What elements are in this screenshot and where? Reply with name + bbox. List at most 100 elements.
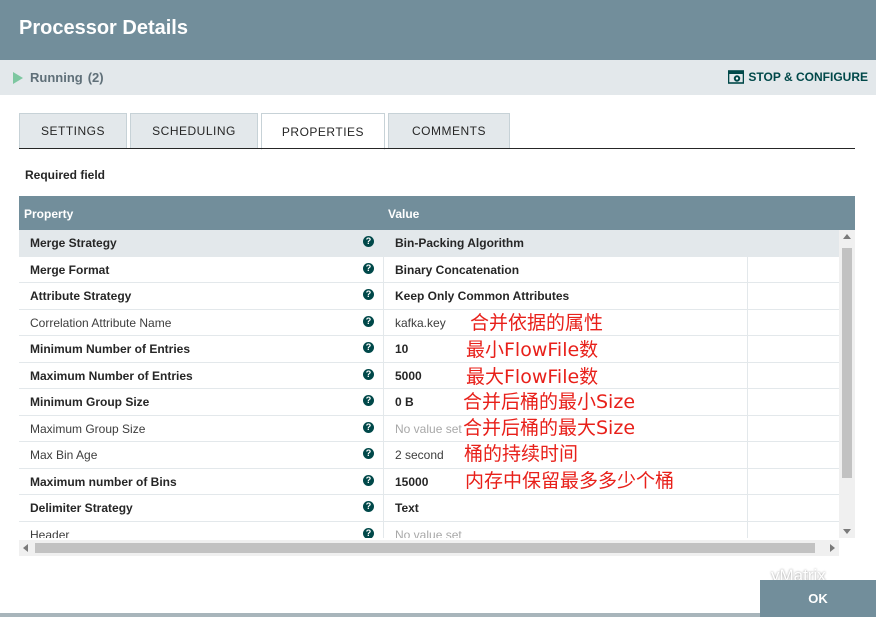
scroll-up-icon[interactable] xyxy=(843,234,851,239)
help-icon[interactable]: ? xyxy=(363,368,374,380)
column-divider xyxy=(747,230,748,256)
help-icon[interactable]: ? xyxy=(363,421,374,433)
column-divider xyxy=(747,389,748,415)
stop-configure-label: STOP & CONFIGURE xyxy=(748,70,868,84)
help-icon[interactable]: ? xyxy=(363,262,374,274)
column-divider xyxy=(383,256,384,282)
column-divider xyxy=(747,521,748,538)
property-name: Attribute Strategy xyxy=(30,289,132,303)
property-row[interactable]: Delimiter Strategy ? Text xyxy=(19,495,839,522)
help-icon[interactable]: ? xyxy=(363,395,374,406)
column-divider xyxy=(383,309,384,335)
property-row[interactable]: Header ? No value set xyxy=(19,521,839,539)
property-value[interactable]: 5000 xyxy=(395,369,422,383)
column-divider xyxy=(747,336,748,362)
vertical-scroll-thumb[interactable] xyxy=(842,248,852,478)
required-field-label: Required field xyxy=(25,168,106,182)
help-icon[interactable]: ? xyxy=(363,474,374,486)
property-row[interactable]: Merge Format ? Binary Concatenation xyxy=(19,256,839,283)
column-divider xyxy=(383,362,384,388)
tab-bar: SETTINGS SCHEDULING PROPERTIES COMMENTS xyxy=(19,113,513,150)
tab-comments[interactable]: COMMENTS xyxy=(388,113,510,149)
column-divider xyxy=(747,468,748,494)
play-icon xyxy=(13,71,23,84)
annotation-max-bin-age: 桶的持续时间 xyxy=(464,443,579,465)
column-divider xyxy=(383,389,384,415)
property-value[interactable]: 15000 xyxy=(395,475,428,489)
column-divider xyxy=(747,256,748,282)
column-divider xyxy=(383,230,384,256)
property-name: Header xyxy=(30,527,70,539)
column-divider xyxy=(383,495,384,521)
column-divider xyxy=(383,415,384,441)
annotation-max-bins: 内存中保留最多多少个桶 xyxy=(465,470,675,492)
property-value[interactable]: No value set xyxy=(395,422,462,436)
property-value[interactable]: Text xyxy=(395,501,419,515)
property-row[interactable]: Maximum Number of Entries ? 5000 xyxy=(19,362,839,389)
property-value[interactable]: Bin-Packing Algorithm xyxy=(395,236,524,250)
vertical-scrollbar[interactable] xyxy=(839,230,855,538)
run-status: Running (2) xyxy=(13,70,104,85)
property-value[interactable]: No value set xyxy=(395,528,462,539)
ok-button[interactable]: OK xyxy=(760,580,876,617)
property-value[interactable]: 10 xyxy=(395,342,408,356)
property-value[interactable]: 2 second xyxy=(395,448,444,462)
column-divider xyxy=(383,283,384,309)
help-icon[interactable]: ? xyxy=(363,342,374,353)
tab-properties[interactable]: PROPERTIES xyxy=(261,113,385,150)
column-divider xyxy=(747,442,748,468)
column-divider xyxy=(747,495,748,521)
property-value[interactable]: Binary Concatenation xyxy=(395,263,519,277)
tab-scheduling[interactable]: SCHEDULING xyxy=(130,113,258,149)
property-row[interactable]: Attribute Strategy ? Keep Only Common At… xyxy=(19,283,839,310)
property-name: Merge Strategy xyxy=(30,236,117,250)
help-icon[interactable]: ? xyxy=(363,289,374,300)
scroll-down-icon[interactable] xyxy=(843,529,851,534)
footer-divider xyxy=(0,613,760,617)
property-row[interactable]: Maximum Group Size ? No value set xyxy=(19,415,839,442)
property-name: Maximum Group Size xyxy=(30,421,146,436)
column-divider xyxy=(747,362,748,388)
help-icon[interactable]: ? xyxy=(363,236,374,247)
stop-configure-button[interactable]: STOP & CONFIGURE xyxy=(728,70,868,84)
property-name: Correlation Attribute Name xyxy=(30,315,172,330)
column-divider xyxy=(747,309,748,335)
horizontal-scroll-thumb[interactable] xyxy=(35,543,815,553)
property-name: Merge Format xyxy=(30,262,110,277)
property-row[interactable]: Merge Strategy ? Bin-Packing Algorithm xyxy=(19,230,839,257)
property-row[interactable]: Minimum Number of Entries ? 10 xyxy=(19,336,839,363)
horizontal-scrollbar[interactable] xyxy=(19,540,839,556)
column-divider xyxy=(383,521,384,538)
property-row[interactable]: Max Bin Age ? 2 second xyxy=(19,442,839,469)
help-icon[interactable]: ? xyxy=(363,315,374,327)
property-name: Maximum Number of Entries xyxy=(30,368,193,383)
column-divider xyxy=(747,283,748,309)
help-icon[interactable]: ? xyxy=(363,501,374,512)
property-value[interactable]: kafka.key xyxy=(395,316,446,330)
annotation-max-group-size: 合并后桶的最大Size xyxy=(463,417,636,439)
property-row[interactable]: Maximum number of Bins ? 15000 xyxy=(19,468,839,495)
help-icon[interactable]: ? xyxy=(363,527,374,538)
property-value[interactable]: Keep Only Common Attributes xyxy=(395,289,569,303)
column-divider xyxy=(383,442,384,468)
property-row[interactable]: Minimum Group Size ? 0 B xyxy=(19,389,839,416)
column-divider xyxy=(747,415,748,441)
scroll-right-icon[interactable] xyxy=(830,544,835,552)
property-row[interactable]: Correlation Attribute Name ? kafka.key xyxy=(19,309,839,336)
run-count: (2) xyxy=(87,70,104,85)
grid-header: Property Value xyxy=(19,196,855,230)
stop-configure-icon xyxy=(728,70,745,84)
help-icon[interactable]: ? xyxy=(363,448,374,459)
run-state: Running xyxy=(30,70,83,85)
annotation-max-entries: 最大FlowFile数 xyxy=(466,366,599,388)
column-divider xyxy=(383,468,384,494)
property-name: Maximum number of Bins xyxy=(30,474,177,489)
status-bar: Running (2) STOP & CONFIGURE xyxy=(0,60,876,95)
dialog-header: Processor Details xyxy=(0,0,876,60)
tab-settings[interactable]: SETTINGS xyxy=(19,113,127,149)
value-column-header: Value xyxy=(388,207,420,221)
scroll-left-icon[interactable] xyxy=(23,544,28,552)
property-name: Max Bin Age xyxy=(30,448,98,462)
dialog-title: Processor Details xyxy=(19,17,188,39)
property-value[interactable]: 0 B xyxy=(395,395,414,409)
